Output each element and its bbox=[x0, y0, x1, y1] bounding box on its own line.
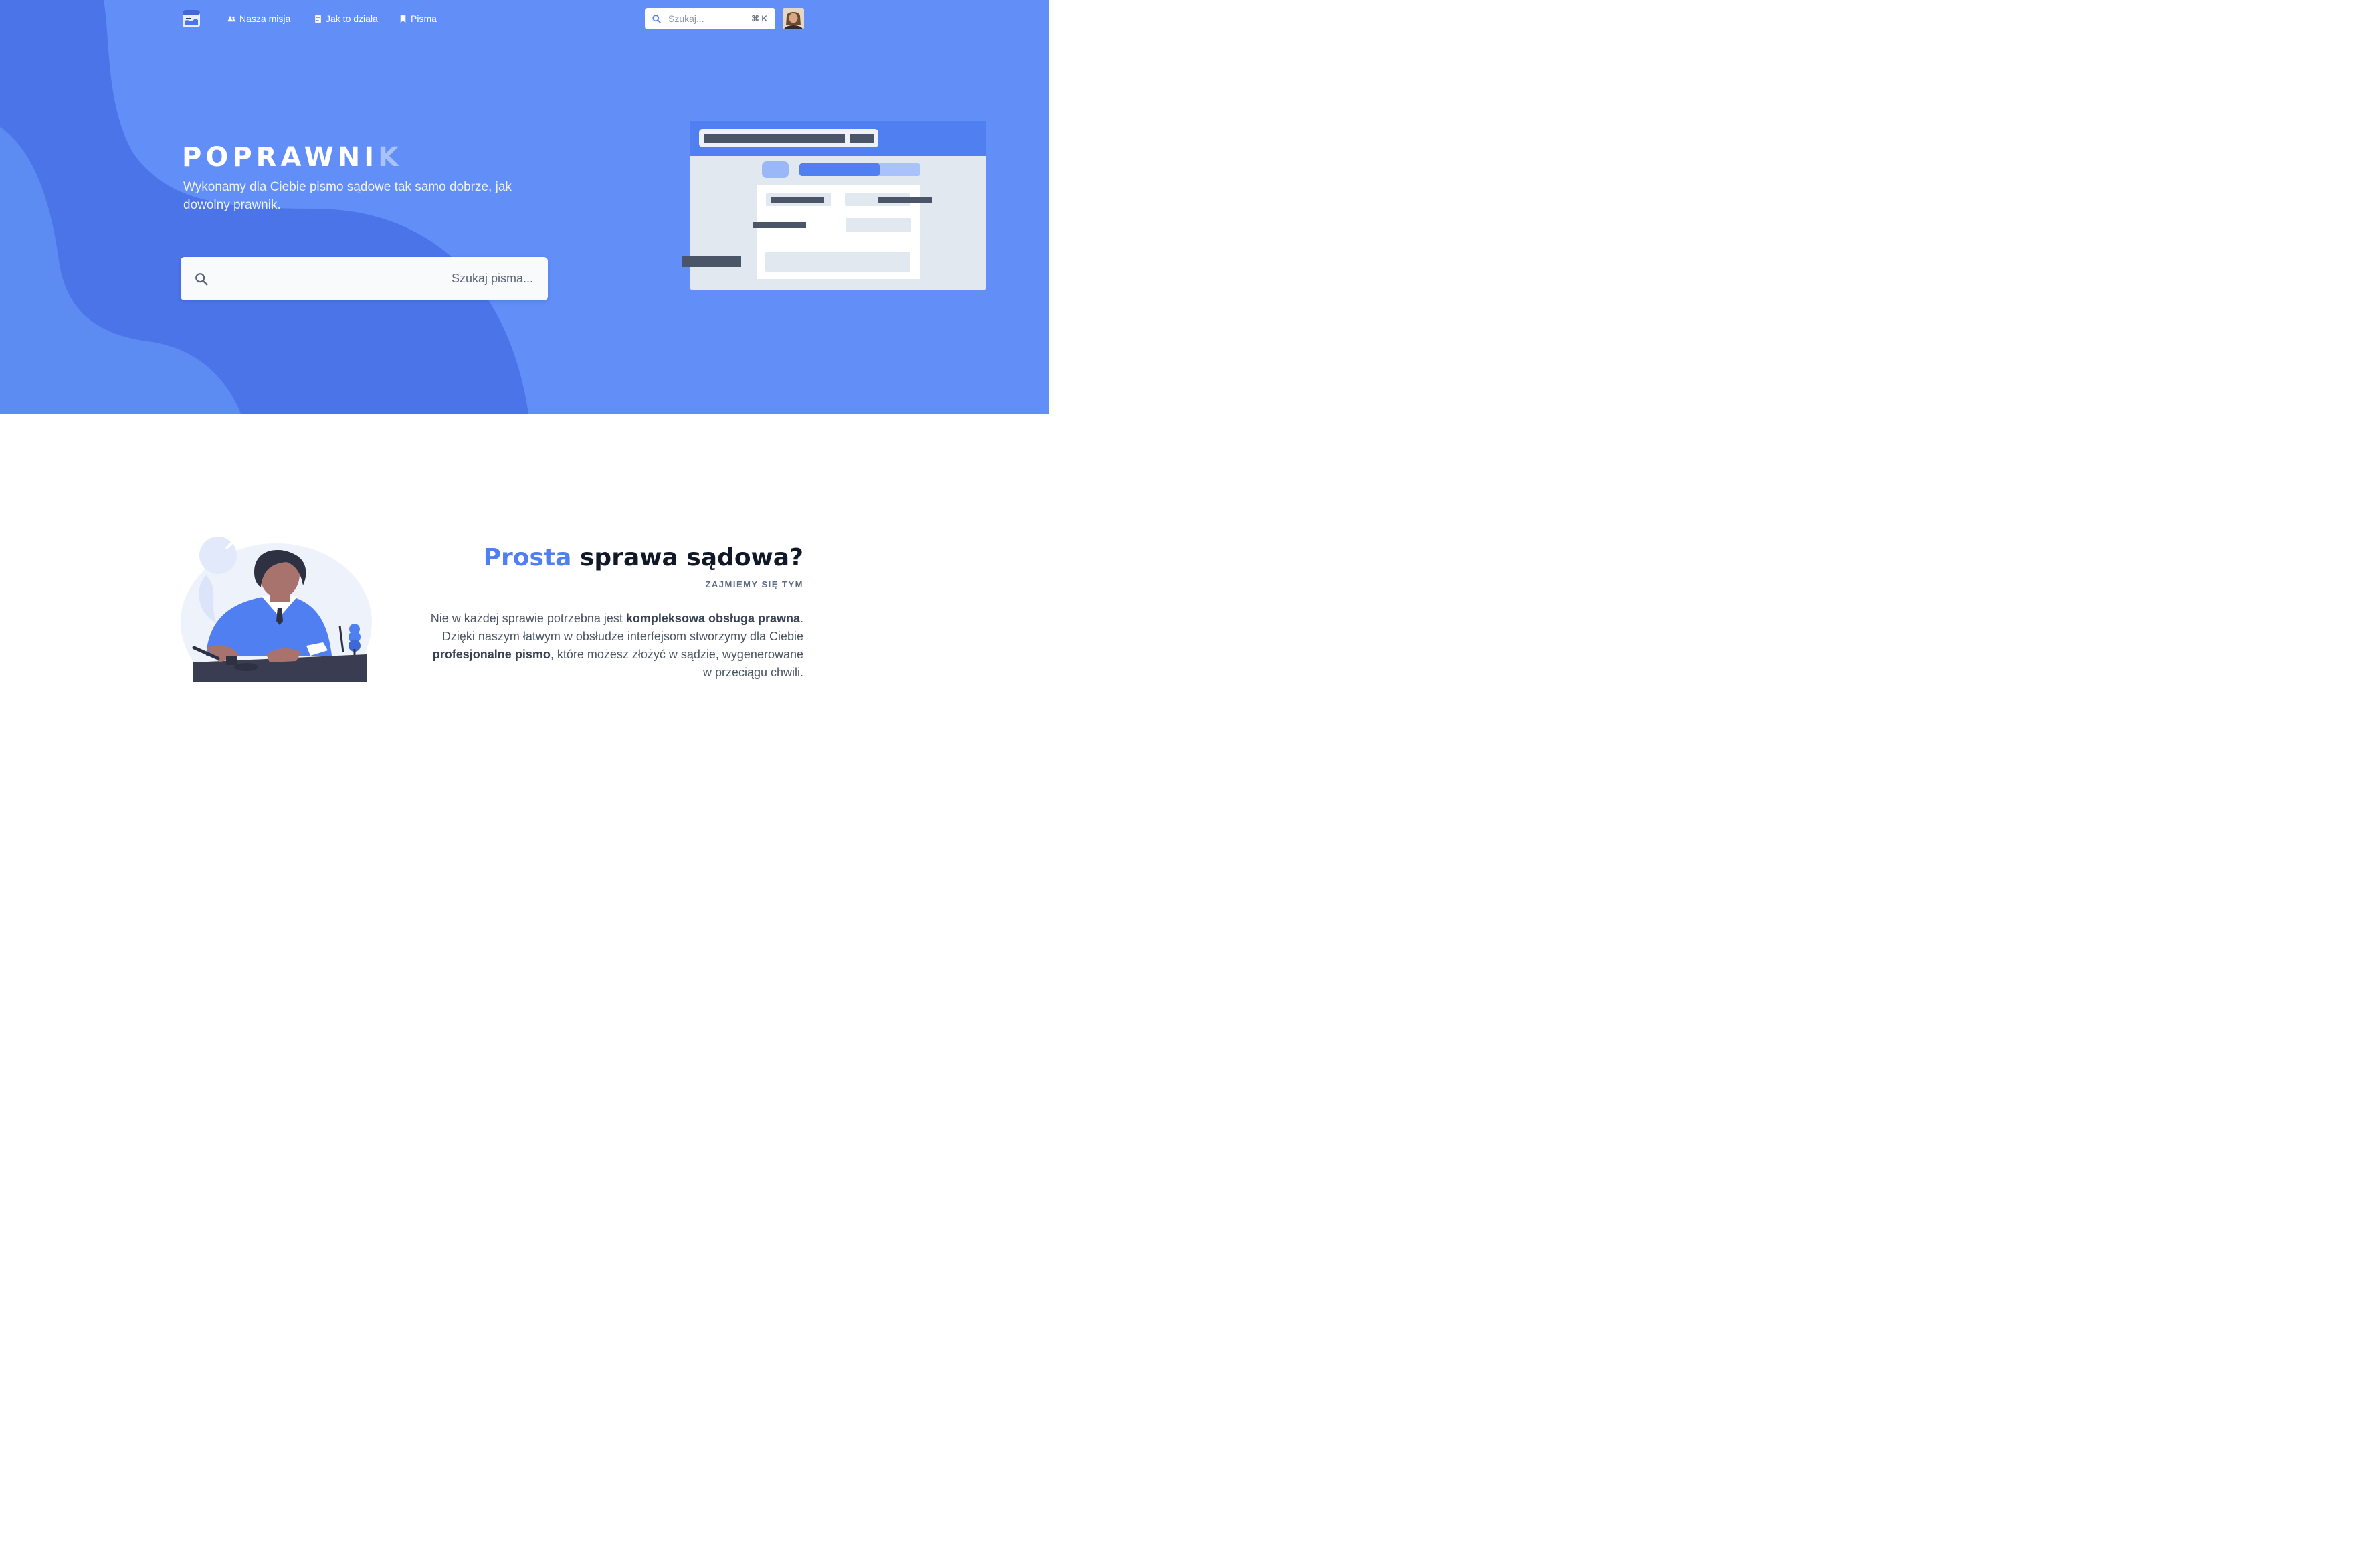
avatar-image bbox=[783, 8, 804, 29]
search-shortcut-hint: ⌘ K bbox=[751, 14, 767, 23]
feature-title: Prosta sprawa sądowa? bbox=[428, 542, 803, 574]
document-icon bbox=[315, 15, 321, 23]
lawyer-illustration bbox=[181, 537, 372, 682]
app-preview-illustration bbox=[682, 121, 986, 290]
feature-text-segment: , które możesz złożyć w sądzie, wygenero… bbox=[550, 648, 803, 679]
search-icon bbox=[652, 14, 661, 23]
brand-title: POPRAWNIK bbox=[182, 142, 403, 173]
users-icon bbox=[227, 15, 236, 21]
search-icon bbox=[195, 272, 208, 285]
feature-text-segment: Nie w każdej sprawie potrzebna jest bbox=[430, 612, 626, 625]
hero-section: Nasza misja Jak to działa Pisma ⌘ K POPR… bbox=[0, 0, 1049, 414]
feature-kicker: ZAJMIEMY SIĘ TYM bbox=[705, 579, 803, 589]
nav-link-how-it-works-label: Jak to działa bbox=[326, 13, 378, 24]
brand-title-accent: K bbox=[378, 142, 403, 173]
nav-link-how-it-works[interactable]: Jak to działa bbox=[314, 13, 378, 25]
top-search-box[interactable]: ⌘ K bbox=[645, 8, 775, 29]
brand-title-main: POPRAWNI bbox=[182, 142, 379, 173]
nav-link-mission-label: Nasza misja bbox=[239, 13, 291, 24]
feature-text-highlight: kompleksowa obsługa prawna bbox=[625, 612, 800, 625]
hero-subtitle: Wykonamy dla Ciebie pismo sądowe tak sam… bbox=[183, 180, 512, 212]
nav-link-mission[interactable]: Nasza misja bbox=[227, 13, 290, 25]
feature-description: Nie w każdej sprawie potrzebna jest komp… bbox=[428, 610, 803, 682]
hero-search-input[interactable] bbox=[209, 271, 534, 286]
feature-section: Prosta sprawa sądowa? ZAJMIEMY SIĘ TYM N… bbox=[428, 542, 803, 682]
hero-search-box[interactable] bbox=[181, 257, 548, 300]
nav-link-documents-label: Pisma bbox=[411, 13, 437, 24]
feature-title-accent: Prosta bbox=[483, 544, 572, 571]
top-search-input[interactable] bbox=[667, 13, 743, 25]
logo-icon[interactable] bbox=[182, 9, 201, 28]
user-avatar[interactable] bbox=[783, 8, 804, 29]
feature-text-highlight: profesjonalne pismo bbox=[432, 648, 551, 661]
feature-title-rest: sprawa sądowa? bbox=[571, 544, 803, 571]
bookmark-icon bbox=[400, 15, 406, 23]
top-navigation: Nasza misja Jak to działa Pisma ⌘ K bbox=[0, 0, 1049, 37]
nav-link-documents[interactable]: Pisma bbox=[399, 13, 437, 25]
